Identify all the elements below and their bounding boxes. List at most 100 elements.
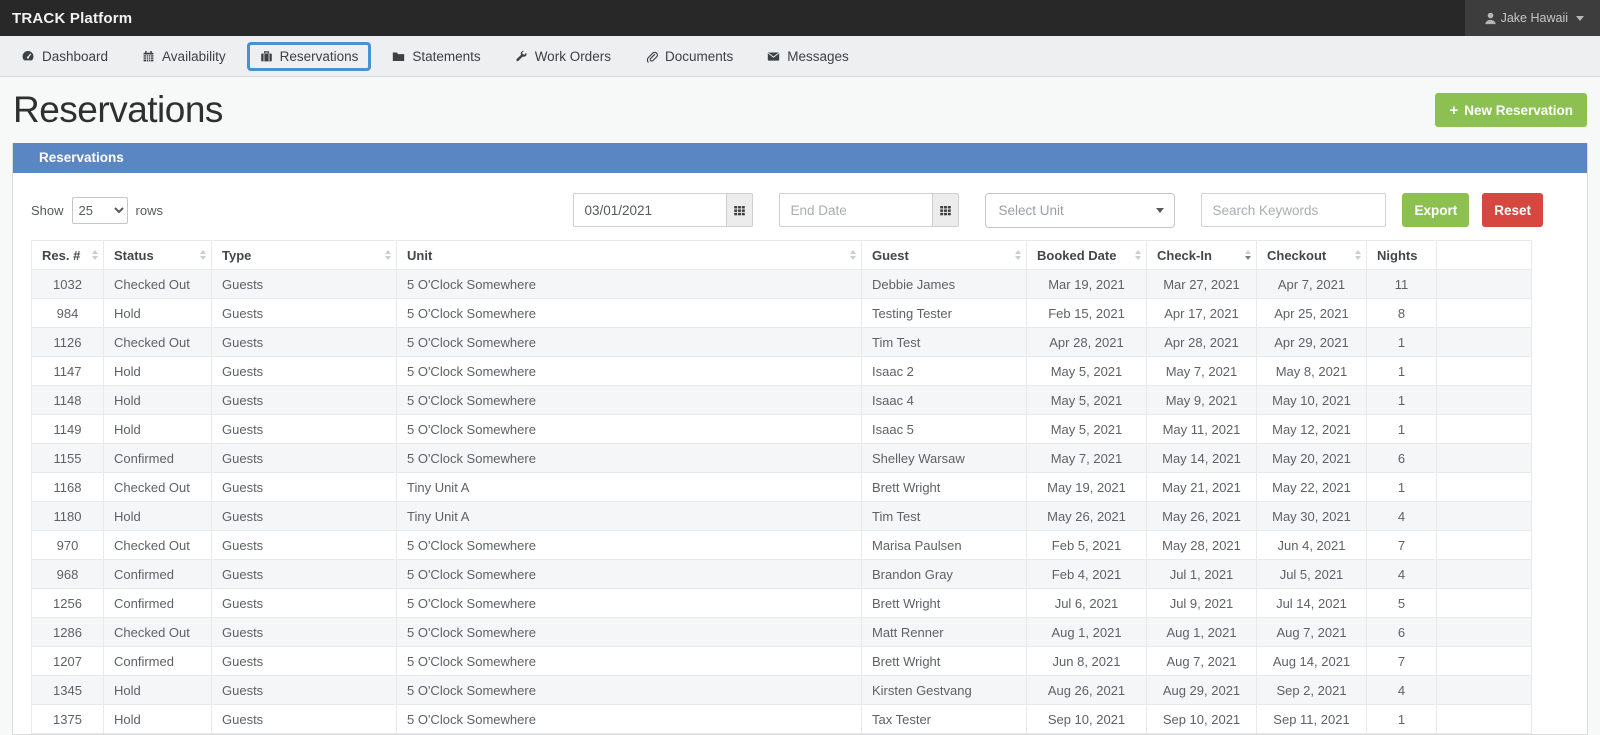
nav-item-documents[interactable]: Documents (632, 42, 746, 71)
envelope-icon (767, 50, 780, 63)
table-row[interactable]: 970Checked OutGuests5 O'Clock SomewhereM… (32, 531, 1532, 560)
table-row[interactable]: 1256ConfirmedGuests5 O'Clock SomewhereBr… (32, 589, 1532, 618)
user-name: Jake Hawaii (1501, 11, 1568, 25)
table-cell: 1256 (32, 589, 104, 618)
filter-bar: Show 25 rows (31, 193, 1569, 227)
paperclip-icon (645, 50, 658, 63)
end-date-input[interactable] (779, 193, 932, 227)
table-cell (1437, 415, 1532, 444)
table-row[interactable]: 1126Checked OutGuests5 O'Clock Somewhere… (32, 328, 1532, 357)
table-cell: Feb 15, 2021 (1027, 299, 1147, 328)
table-row[interactable]: 1149HoldGuests5 O'Clock SomewhereIsaac 5… (32, 415, 1532, 444)
table-cell: 5 O'Clock Somewhere (397, 328, 862, 357)
table-cell (1437, 502, 1532, 531)
table-row[interactable]: 984HoldGuests5 O'Clock SomewhereTesting … (32, 299, 1532, 328)
search-input[interactable] (1201, 193, 1386, 227)
table-cell: Apr 7, 2021 (1257, 270, 1367, 299)
table-cell: Checked Out (104, 270, 212, 299)
user-menu[interactable]: Jake Hawaii (1465, 0, 1600, 36)
table-cell: Brett Wright (862, 473, 1027, 502)
nav-item-dashboard[interactable]: Dashboard (8, 42, 121, 71)
table-row[interactable]: 1286Checked OutGuests5 O'Clock Somewhere… (32, 618, 1532, 647)
table-row[interactable]: 1155ConfirmedGuests5 O'Clock SomewhereSh… (32, 444, 1532, 473)
table-cell: May 22, 2021 (1257, 473, 1367, 502)
table-cell: Apr 28, 2021 (1147, 328, 1257, 357)
nav-item-availability[interactable]: Availability (129, 42, 239, 71)
table-cell: Aug 7, 2021 (1147, 647, 1257, 676)
sort-icon[interactable] (1354, 249, 1362, 261)
nav-item-work-orders[interactable]: Work Orders (502, 42, 624, 71)
table-cell: 5 O'Clock Somewhere (397, 618, 862, 647)
table-cell: 1286 (32, 618, 104, 647)
table-cell: Sep 10, 2021 (1147, 705, 1257, 734)
table-cell: Jul 9, 2021 (1147, 589, 1257, 618)
table-row[interactable]: 1375HoldGuests5 O'Clock SomewhereTax Tes… (32, 705, 1532, 734)
sort-icon[interactable] (849, 249, 857, 261)
sort-icon[interactable] (1134, 249, 1142, 261)
table-cell: Jul 5, 2021 (1257, 560, 1367, 589)
table-cell: Guests (212, 299, 397, 328)
table-cell: 984 (32, 299, 104, 328)
table-cell (1437, 299, 1532, 328)
table-cell: 1 (1367, 415, 1437, 444)
table-cell: 5 O'Clock Somewhere (397, 357, 862, 386)
sort-icon[interactable] (1014, 249, 1022, 261)
nav-item-messages[interactable]: Messages (754, 42, 862, 71)
nav-item-label: Statements (412, 49, 480, 64)
page-size-select[interactable]: 25 (72, 197, 128, 224)
table-row[interactable]: 1168Checked OutGuestsTiny Unit ABrett Wr… (32, 473, 1532, 502)
panel-body: Show 25 rows (13, 173, 1587, 734)
table-cell: Checked Out (104, 473, 212, 502)
table-row[interactable]: 1345HoldGuests5 O'Clock SomewhereKirsten… (32, 676, 1532, 705)
table-row[interactable]: 1032Checked OutGuests5 O'Clock Somewhere… (32, 270, 1532, 299)
table-cell: May 28, 2021 (1147, 531, 1257, 560)
calendar-grid-icon[interactable] (932, 193, 959, 227)
export-button[interactable]: Export (1402, 193, 1469, 227)
table-cell: 5 O'Clock Somewhere (397, 444, 862, 473)
column-header-booked-date[interactable]: Booked Date (1027, 241, 1147, 270)
column-header-guest[interactable]: Guest (862, 241, 1027, 270)
column-header-status[interactable]: Status (104, 241, 212, 270)
sort-icon[interactable] (1244, 249, 1252, 261)
table-cell: Aug 26, 2021 (1027, 676, 1147, 705)
sort-icon[interactable] (384, 249, 392, 261)
table-cell: Guests (212, 705, 397, 734)
table-cell: Mar 27, 2021 (1147, 270, 1257, 299)
unit-select[interactable]: Select Unit (985, 193, 1175, 228)
calendar-grid-icon[interactable] (726, 193, 753, 227)
reset-button[interactable]: Reset (1482, 193, 1543, 227)
table-cell: May 19, 2021 (1027, 473, 1147, 502)
nav-item-statements[interactable]: Statements (379, 42, 493, 71)
table-row[interactable]: 1207ConfirmedGuests5 O'Clock SomewhereBr… (32, 647, 1532, 676)
table-cell: 5 O'Clock Somewhere (397, 647, 862, 676)
nav-item-label: Availability (162, 49, 226, 64)
table-cell (1437, 589, 1532, 618)
table-cell: Tim Test (862, 502, 1027, 531)
sort-icon[interactable] (199, 249, 207, 261)
sort-icon[interactable] (91, 249, 99, 261)
nav-item-reservations[interactable]: Reservations (247, 42, 372, 71)
filter-controls: Select Unit Export Reset (573, 193, 1543, 228)
nav-item-label: Messages (787, 49, 849, 64)
table-cell: Brett Wright (862, 647, 1027, 676)
table-row[interactable]: 968ConfirmedGuests5 O'Clock SomewhereBra… (32, 560, 1532, 589)
rows-label: rows (136, 203, 163, 218)
column-header-check-in[interactable]: Check-In (1147, 241, 1257, 270)
table-row[interactable]: 1147HoldGuests5 O'Clock SomewhereIsaac 2… (32, 357, 1532, 386)
table-row[interactable]: 1180HoldGuestsTiny Unit ATim TestMay 26,… (32, 502, 1532, 531)
table-cell: Hold (104, 299, 212, 328)
plus-icon: + (1449, 102, 1458, 119)
table-cell: Isaac 5 (862, 415, 1027, 444)
new-reservation-button[interactable]: + New Reservation (1435, 93, 1587, 127)
column-header-checkout[interactable]: Checkout (1257, 241, 1367, 270)
column-header-res-[interactable]: Res. # (32, 241, 104, 270)
table-cell: Guests (212, 647, 397, 676)
table-cell: Apr 29, 2021 (1257, 328, 1367, 357)
table-cell: Apr 28, 2021 (1027, 328, 1147, 357)
start-date-input[interactable] (573, 193, 726, 227)
column-header-type[interactable]: Type (212, 241, 397, 270)
table-cell: 4 (1367, 560, 1437, 589)
table-row[interactable]: 1148HoldGuests5 O'Clock SomewhereIsaac 4… (32, 386, 1532, 415)
start-date-group (573, 193, 753, 227)
column-header-unit[interactable]: Unit (397, 241, 862, 270)
